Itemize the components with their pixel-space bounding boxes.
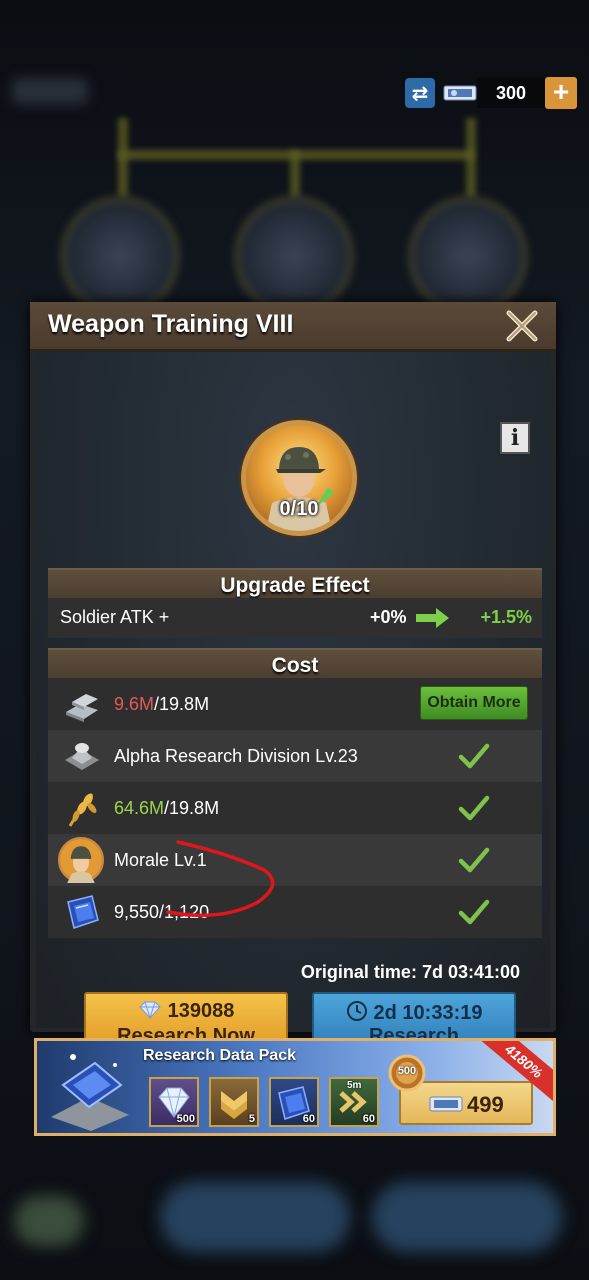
pack-item-diamond: 500 <box>149 1077 199 1127</box>
ticket-icon <box>429 1096 463 1112</box>
checkmark-icon <box>458 847 490 873</box>
obtain-more-button[interactable]: Obtain More <box>420 686 528 720</box>
currency-value: 300 <box>477 78 545 108</box>
pack-price: 499 <box>467 1092 504 1117</box>
top-currency-bar: ⇄ 300 + <box>405 76 577 110</box>
pack-item-count: 60 <box>302 1113 315 1125</box>
research-node <box>234 196 354 316</box>
dialog-body: i 0/10 Upgrade Effect Soldier ATK + +0% … <box>36 352 550 1052</box>
research-duration: 2d 10:33:19 <box>373 1002 483 1024</box>
ticket-icon <box>443 85 477 101</box>
pack-medal: 500 <box>387 1053 427 1097</box>
cost-header: Cost <box>48 648 542 680</box>
pack-chest-icon <box>51 1054 129 1131</box>
food-need: /19.8M <box>164 798 220 818</box>
pack-item-count: 5 <box>248 1113 255 1125</box>
research-data-pack-banner[interactable]: Research Data Pack 500 5 60 5m 60 499 50… <box>34 1038 556 1136</box>
research-now-cost: 139088 <box>86 1000 286 1023</box>
effect-next-value: +1.5% <box>480 607 532 627</box>
pack-item-count: 500 <box>176 1113 195 1125</box>
building-icon <box>65 743 99 770</box>
checkmark-icon <box>458 743 490 769</box>
info-button[interactable]: i <box>500 422 530 454</box>
steel-icon <box>66 694 98 722</box>
cost-row-data-chip: 9,550/1,120 <box>48 886 542 938</box>
research-node <box>408 196 528 316</box>
building-requirement: Alpha Research Division Lv.23 <box>114 746 358 766</box>
upgrade-effect-row: Soldier ATK + +0% +1.5% <box>48 598 542 638</box>
research-level: 0/10 <box>279 498 319 520</box>
food-have: 64.6M <box>114 798 165 818</box>
diamond-icon <box>138 1001 161 1020</box>
research-dialog: Weapon Training VIII i 0/10 Upgrade Effe… <box>30 302 556 1052</box>
blurred-button <box>160 1182 350 1252</box>
checkmark-icon <box>458 795 490 821</box>
research-node <box>60 196 180 316</box>
checkmark-icon <box>458 899 490 925</box>
arrow-right-icon <box>416 608 449 628</box>
upgrade-effect-header: Upgrade Effect <box>48 568 542 600</box>
dialog-title: Weapon Training VIII <box>48 310 294 338</box>
add-currency-button[interactable]: + <box>545 77 577 109</box>
cost-row-food: 64.6M/19.8M <box>48 782 542 834</box>
pack-item-rank-badge: 5 <box>209 1077 259 1127</box>
pack-item-data-chip: 60 <box>269 1077 319 1127</box>
cost-row-steel: 9.6M/19.8M Obtain More <box>48 678 542 730</box>
pack-title: Research Data Pack <box>143 1047 296 1064</box>
cost-row-building: Alpha Research Division Lv.23 <box>48 730 542 782</box>
food-icon <box>68 793 97 827</box>
effect-current-value: +0% <box>370 607 407 627</box>
research-time: 2d 10:33:19 <box>314 1000 514 1025</box>
tree-connector <box>466 118 476 198</box>
steel-amount: 9.6M/19.8M <box>114 694 209 715</box>
pack-item-count: 60 <box>362 1113 375 1125</box>
gem-cost: 139088 <box>167 1000 235 1022</box>
cost-list: 9.6M/19.8M Obtain More Alpha Research Di… <box>48 678 542 938</box>
research-avatar: 0/10 <box>241 420 357 536</box>
pack-item-speedup: 5m 60 <box>329 1077 379 1127</box>
blurred-button <box>14 1196 84 1246</box>
close-icon[interactable] <box>502 306 542 346</box>
blurred-title <box>12 78 88 104</box>
dialog-header: Weapon Training VIII <box>30 302 556 352</box>
swap-icon[interactable]: ⇄ <box>405 78 435 108</box>
tree-connector <box>290 150 300 198</box>
morale-icon <box>58 837 104 883</box>
steel-need: /19.8M <box>154 694 210 714</box>
effect-label: Soldier ATK + <box>60 607 170 627</box>
cost-row-morale: Morale Lv.1 <box>48 834 542 886</box>
blurred-button <box>372 1182 562 1252</box>
clock-icon <box>346 1001 367 1021</box>
food-amount: 64.6M/19.8M <box>114 798 219 819</box>
medal-value: 500 <box>397 1065 417 1077</box>
steel-have: 9.6M <box>114 694 155 714</box>
original-time: Original time: 7d 03:41:00 <box>300 962 520 982</box>
data-chip-icon <box>67 895 99 929</box>
red-annotation-scribble <box>166 840 275 918</box>
speedup-duration: 5m <box>347 1080 362 1091</box>
